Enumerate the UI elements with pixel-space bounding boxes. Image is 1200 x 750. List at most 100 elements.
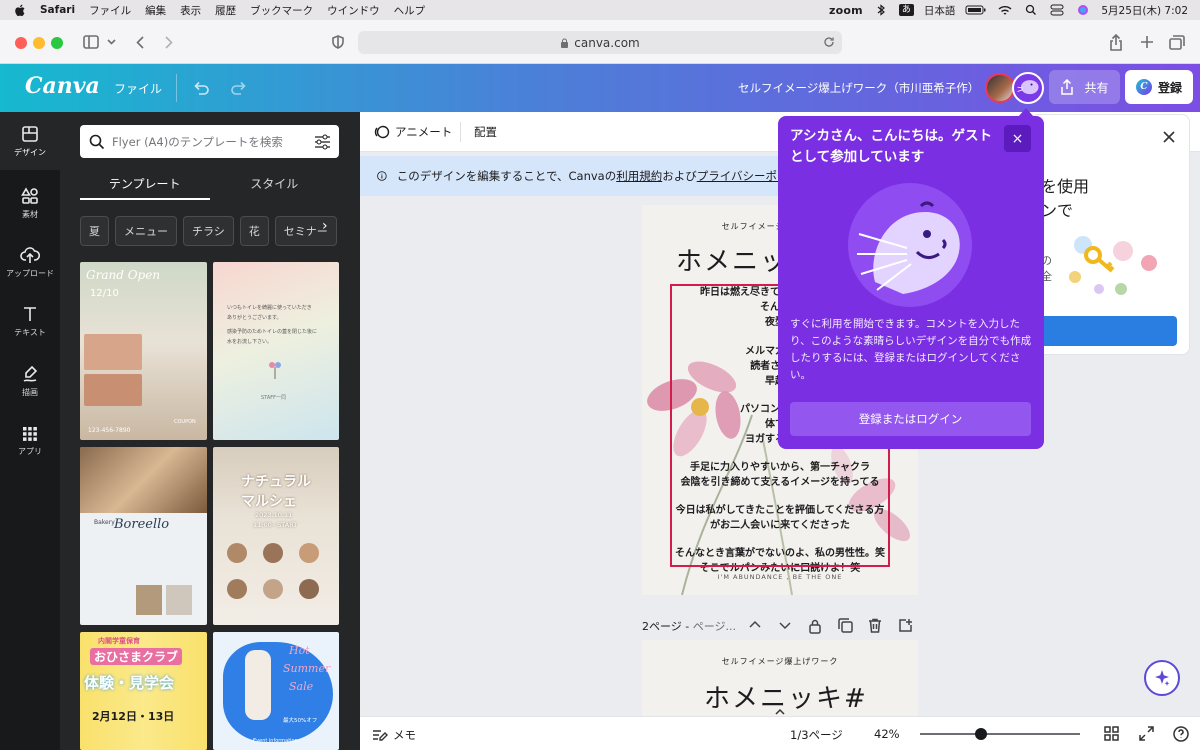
zoom-status-item[interactable]: zoom: [829, 4, 863, 17]
share-button[interactable]: 共有: [1049, 70, 1120, 104]
notes-icon: [373, 730, 388, 741]
rail-elements[interactable]: 素材: [0, 174, 60, 232]
filter-sliders-icon[interactable]: [314, 133, 331, 150]
zoom-slider-knob[interactable]: [974, 728, 987, 740]
chip-summer[interactable]: 夏: [80, 216, 109, 246]
chevron-down-icon[interactable]: [778, 618, 794, 634]
menubar-clock[interactable]: 5月25日(木) 7:02: [1101, 3, 1188, 18]
address-bar[interactable]: canva.com: [358, 31, 842, 54]
rail-text[interactable]: テキスト: [0, 292, 60, 350]
register-button[interactable]: C 登録: [1125, 70, 1193, 104]
close-icon[interactable]: [1161, 129, 1177, 145]
page2-label[interactable]: 2ページ - ページ...: [642, 618, 736, 634]
rail-upload[interactable]: アップロード: [0, 233, 60, 291]
collaborator-avatar[interactable]: [985, 73, 1015, 103]
battery-icon[interactable]: [965, 4, 987, 16]
template-thumbnail[interactable]: 内閣学童保育 おひさまクラブ 体験・見学会 2月12日・13日: [80, 632, 207, 750]
help-icon[interactable]: [1173, 726, 1189, 742]
new-tab-icon[interactable]: [1139, 33, 1155, 51]
template-text: 12/10: [90, 288, 119, 299]
template-text: Grand Open: [86, 268, 161, 282]
chip-menu[interactable]: メニュー: [115, 216, 177, 246]
window-minimize-button[interactable]: [33, 37, 45, 49]
menu-edit[interactable]: 編集: [145, 3, 166, 18]
template-text: Boreello: [114, 517, 170, 532]
info-text: および: [662, 169, 697, 183]
window-close-button[interactable]: [15, 37, 27, 49]
siri-icon[interactable]: [1075, 4, 1091, 16]
page-count-button[interactable]: 1/3ページ: [790, 727, 843, 743]
fullscreen-icon[interactable]: [1139, 726, 1155, 742]
notes-button[interactable]: メモ: [372, 727, 416, 743]
menu-file[interactable]: ファイル: [89, 3, 131, 18]
window-zoom-button[interactable]: [51, 37, 63, 49]
duplicate-page-icon[interactable]: [838, 618, 854, 634]
bluetooth-icon[interactable]: [873, 4, 889, 16]
arrange-button[interactable]: 配置: [474, 124, 497, 140]
info-text: このデザインを編集することで、Canvaの: [396, 169, 617, 183]
key-illustration-icon: [1069, 236, 1157, 295]
reload-icon[interactable]: [823, 36, 835, 48]
sidebar-toggle-icon[interactable]: [82, 33, 100, 51]
file-menu-button[interactable]: ファイル: [114, 80, 162, 97]
animate-button[interactable]: アニメート: [374, 124, 452, 140]
document-title[interactable]: セルフイメージ爆上げワーク（市川亜希子作）: [738, 80, 979, 96]
grid-view-icon[interactable]: [1104, 726, 1120, 742]
guest-avatar[interactable]: [1012, 72, 1044, 104]
control-center-icon[interactable]: [1049, 4, 1065, 16]
header-divider: [176, 74, 177, 102]
chip-flower[interactable]: 花: [239, 216, 269, 246]
rail-design[interactable]: デザイン: [0, 112, 60, 170]
template-thumbnail[interactable]: Hot Summer Sale 最大50%オフ Event informatio…: [213, 632, 339, 750]
template-thumbnail[interactable]: Grand Open 12/10 123-456-7890 COUPON: [80, 262, 207, 440]
rail-apps[interactable]: アプリ: [0, 412, 60, 470]
popover-close-button[interactable]: ×: [1004, 125, 1031, 152]
undo-icon[interactable]: [191, 78, 211, 98]
input-method-badge[interactable]: あ: [898, 4, 914, 16]
tab-templates[interactable]: テンプレート: [80, 170, 210, 200]
privacy-shield-icon[interactable]: [330, 33, 346, 51]
zoom-slider-track[interactable]: [920, 733, 1080, 735]
canva-logo[interactable]: Canva: [25, 73, 100, 99]
language-label[interactable]: 日本語: [924, 3, 956, 18]
chevron-up-icon[interactable]: [748, 618, 764, 634]
template-thumbnail[interactable]: いつもトイレを綺麗に使っていただき ありがとうございます。 感染予防のためトイレ…: [213, 262, 339, 440]
magic-assistant-button[interactable]: [1144, 660, 1180, 696]
register-or-login-button[interactable]: 登録またはログイン: [790, 402, 1031, 436]
chevron-down-icon[interactable]: [106, 33, 116, 51]
popover-title: アシカさん、こんにちは。ゲストとして参加しています: [790, 128, 992, 165]
template-thumbnail[interactable]: Bakery Boreello: [80, 447, 207, 625]
back-icon[interactable]: [134, 33, 146, 51]
menu-window[interactable]: ウインドウ: [327, 3, 380, 18]
chips-next-chevron-icon[interactable]: ›: [322, 218, 336, 238]
template-text: 感染予防のためトイレの蓋を閉じた後に: [227, 329, 318, 335]
menu-history[interactable]: 履歴: [215, 3, 236, 18]
spotlight-search-icon[interactable]: [1023, 4, 1039, 16]
menu-help[interactable]: ヘルプ: [394, 3, 426, 18]
terms-link[interactable]: 利用規約: [616, 168, 662, 184]
signup-button[interactable]: [1031, 316, 1177, 346]
template-thumbnail[interactable]: ナチュラル マルシェ 2023.10.11 11:00~START: [213, 447, 339, 625]
menu-view[interactable]: 表示: [180, 3, 201, 18]
template-search-input[interactable]: Flyer (A4)のテンプレートを検索: [80, 125, 339, 158]
wifi-icon[interactable]: [997, 4, 1013, 16]
apple-logo-icon[interactable]: [14, 4, 26, 17]
template-text: 2023.10.11: [255, 511, 293, 519]
template-text: 内閣学童保育: [98, 637, 140, 645]
add-page-icon[interactable]: [898, 618, 914, 634]
tab-styles[interactable]: スタイル: [210, 170, 340, 200]
delete-page-icon[interactable]: [868, 618, 884, 634]
menu-bookmarks[interactable]: ブックマーク: [250, 3, 313, 18]
zoom-percentage[interactable]: 42%: [874, 727, 900, 741]
tab-overview-icon[interactable]: [1168, 33, 1186, 51]
design-page-2[interactable]: セルフイメージ爆上げワーク ホメニッキ#: [642, 640, 918, 716]
rail-draw[interactable]: 描画: [0, 352, 60, 410]
chip-flyer[interactable]: チラシ: [183, 216, 234, 246]
lock-page-icon[interactable]: [808, 618, 824, 634]
menu-app-name[interactable]: Safari: [40, 4, 75, 16]
guest-welcome-popover: アシカさん、こんにちは。ゲストとして参加しています × すぐに利用を開始できます…: [778, 116, 1044, 449]
forward-icon[interactable]: [163, 33, 175, 51]
apps-grid-icon: [23, 426, 37, 441]
redo-icon[interactable]: [229, 78, 249, 98]
share-sheet-icon[interactable]: [1108, 33, 1124, 51]
